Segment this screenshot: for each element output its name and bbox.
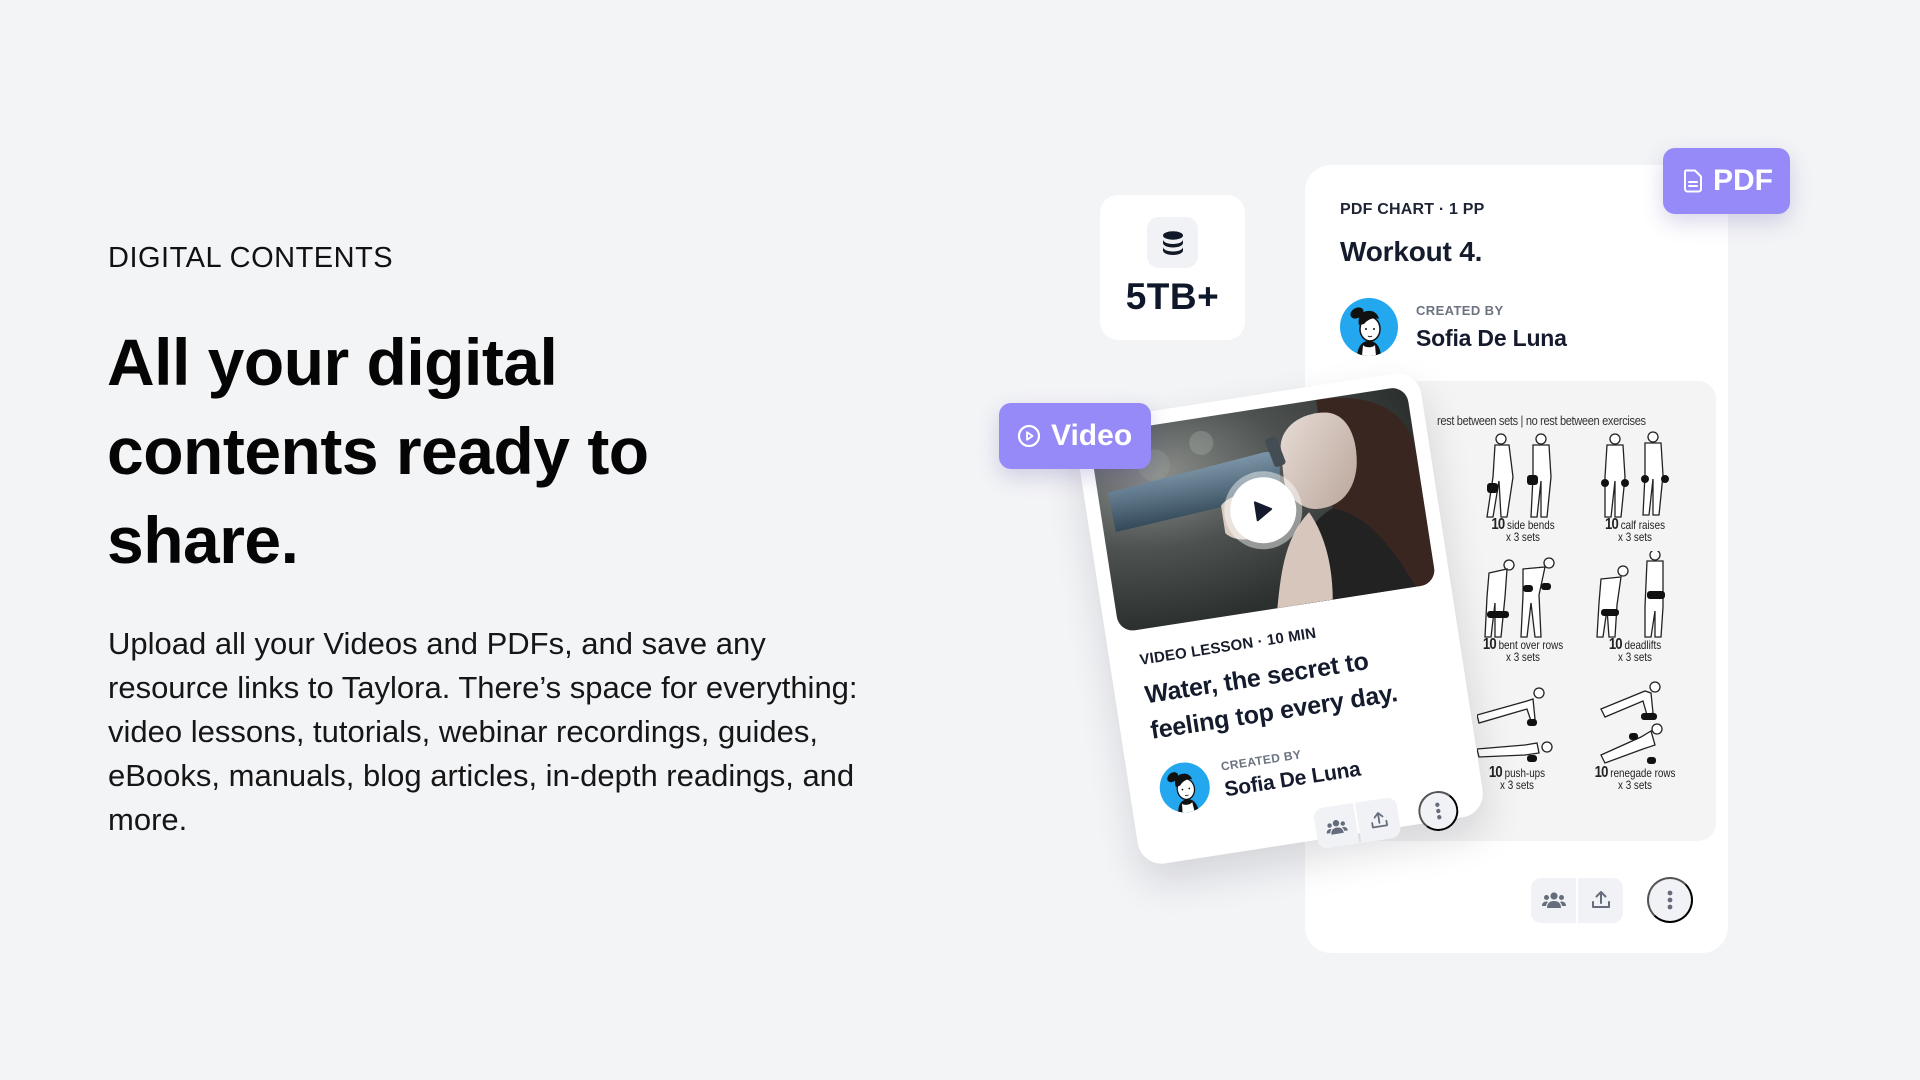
share-group-button[interactable] xyxy=(1531,877,1576,923)
exercise-sets: x 3 sets xyxy=(1618,650,1652,664)
upload-button[interactable] xyxy=(1578,877,1623,923)
exercise-sets: x 3 sets xyxy=(1506,530,1540,544)
pdf-rest-instructions: rest between sets | no rest between exer… xyxy=(1437,413,1646,428)
more-vertical-icon xyxy=(1435,802,1442,819)
storage-stat-card: 5TB+ xyxy=(1100,195,1245,340)
pdf-card-actions xyxy=(1531,877,1693,923)
more-options-button[interactable] xyxy=(1647,877,1693,923)
badge-label: Video xyxy=(1051,419,1133,452)
created-by-label: CREATED BY xyxy=(1416,303,1504,318)
document-icon xyxy=(1684,169,1702,193)
exercise-item: 10 deadlifts x 3 sets xyxy=(1575,551,1695,663)
more-options-button[interactable] xyxy=(1415,787,1462,834)
creator-name[interactable]: Sofia De Luna xyxy=(1416,325,1567,352)
action-group xyxy=(1531,877,1623,923)
creator-avatar xyxy=(1340,298,1398,356)
exercise-item: 10 bent over rows x 3 sets xyxy=(1463,551,1583,663)
exercise-figure-icon xyxy=(1601,431,1669,518)
upload-button[interactable] xyxy=(1355,796,1402,844)
exercise-sets: x 3 sets xyxy=(1506,650,1540,664)
pdf-card-title[interactable]: Workout 4. xyxy=(1340,236,1482,268)
exercise-sets: x 3 sets xyxy=(1618,778,1652,792)
exercise-figure-icon xyxy=(1477,687,1553,762)
exercise-sets: x 3 sets xyxy=(1618,530,1652,544)
avatar-illustration-icon xyxy=(1167,772,1199,814)
upload-icon xyxy=(1591,891,1610,908)
headline-line: contents ready to xyxy=(107,414,649,488)
badge-label: PDF xyxy=(1713,164,1773,197)
exercise-item: 10 side bends x 3 sets xyxy=(1463,431,1583,543)
play-icon xyxy=(1253,501,1273,522)
users-icon xyxy=(1541,892,1566,908)
headline: All your digital contents ready to share… xyxy=(107,318,727,585)
database-icon xyxy=(1162,230,1183,255)
pdf-card-meta: PDF CHART · 1 PP xyxy=(1340,201,1485,218)
section-eyebrow: DIGITAL CONTENTS xyxy=(108,242,394,274)
exercise-figure-icon xyxy=(1600,681,1663,764)
users-icon xyxy=(1326,819,1348,835)
exercise-figure-icon xyxy=(1486,433,1552,518)
video-type-badge: Video xyxy=(999,403,1151,469)
database-icon-wrap xyxy=(1147,217,1198,268)
headline-line: All your digital xyxy=(107,325,558,399)
play-button[interactable] xyxy=(1225,472,1301,548)
headline-line: share. xyxy=(107,503,299,577)
play-circle-icon xyxy=(1017,424,1041,448)
share-group-button[interactable] xyxy=(1312,802,1360,850)
pdf-type-badge: PDF xyxy=(1663,148,1790,214)
exercise-figure-icon xyxy=(1484,557,1555,638)
exercise-figure-icon xyxy=(1596,551,1665,638)
exercise-item: 10 renegade rows x 3 sets xyxy=(1575,679,1695,791)
avatar-illustration-icon xyxy=(1350,307,1381,356)
creator-avatar xyxy=(1156,758,1214,817)
storage-stat-value: 5TB+ xyxy=(1125,276,1220,317)
body-copy: Upload all your Videos and PDFs, and sav… xyxy=(108,626,858,837)
exercise-item: 10 calf raises x 3 sets xyxy=(1575,431,1695,543)
more-vertical-icon xyxy=(1667,890,1673,910)
upload-icon xyxy=(1370,811,1388,828)
